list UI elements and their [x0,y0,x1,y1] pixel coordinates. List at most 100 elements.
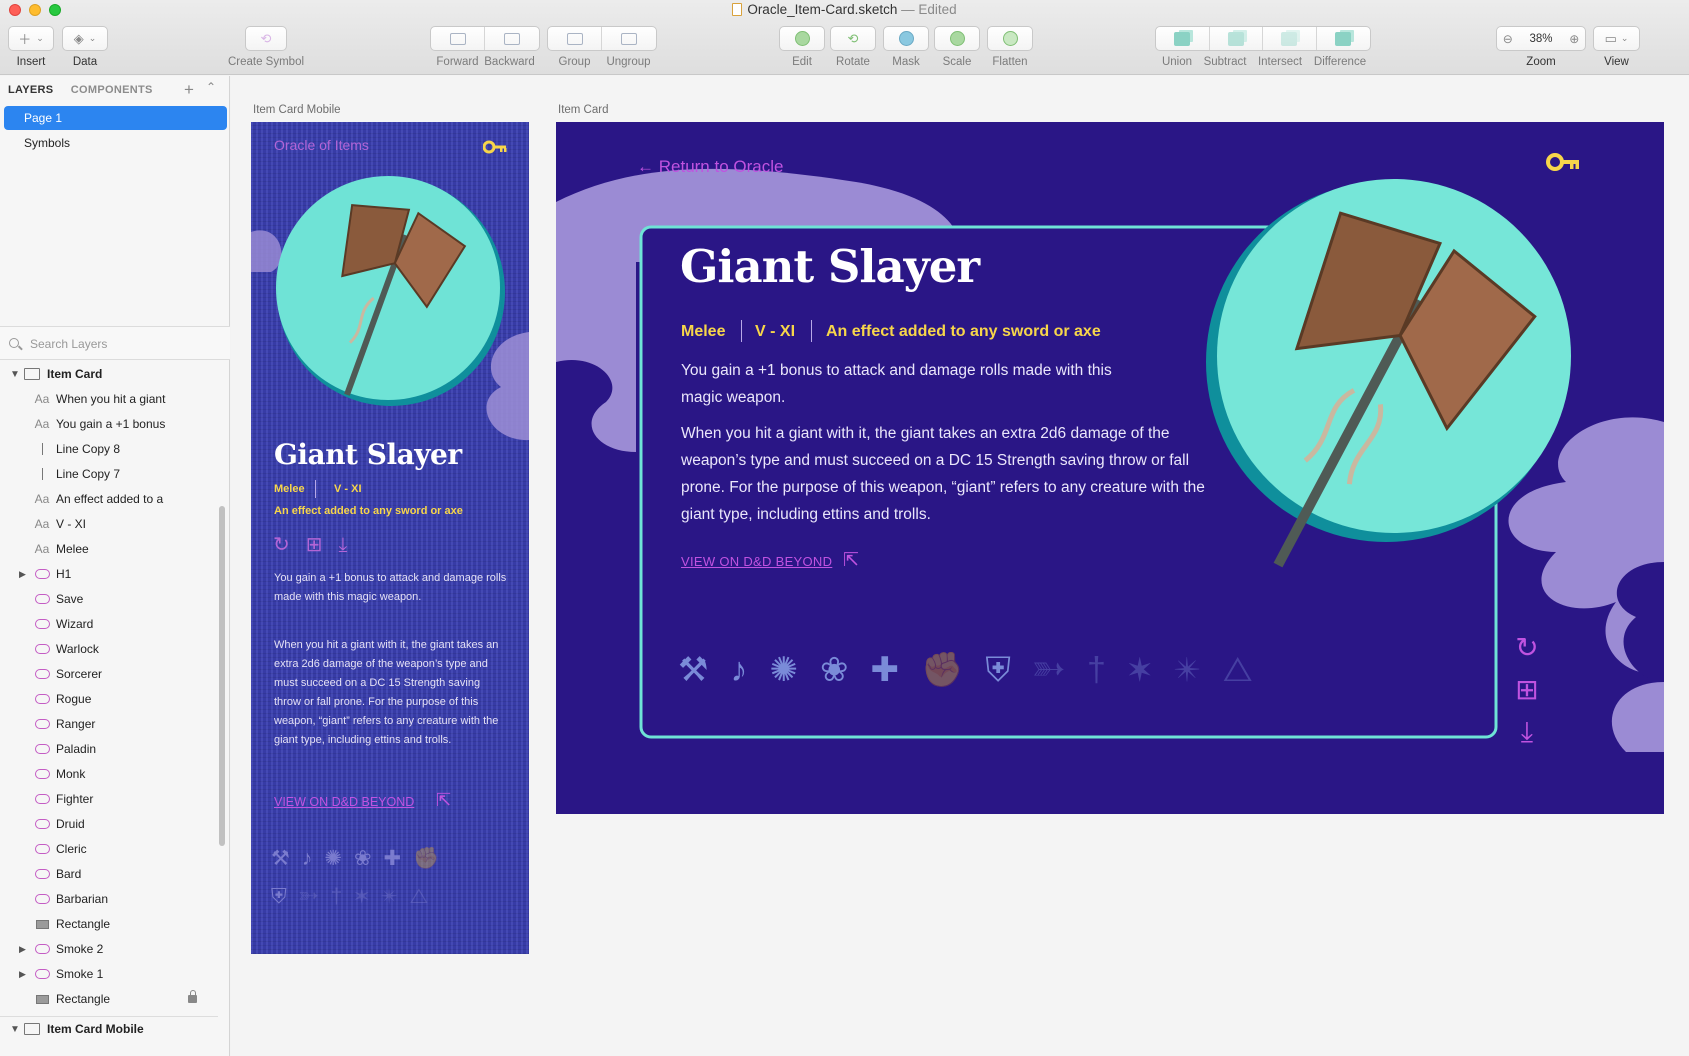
rotate-button[interactable]: ⟲ [830,26,876,51]
fighter-icon[interactable]: ✚ [384,847,414,870]
layer-symbol[interactable]: Bard [0,862,218,887]
layer-symbol[interactable]: Warlock [0,637,218,662]
layer-symbol[interactable]: ▶ Smoke 1 [0,962,218,987]
tab-layers[interactable]: LAYERS [8,84,53,96]
return-link[interactable]: ← Return to Oracle [637,157,783,177]
search-layers-input[interactable]: Search Layers [0,326,230,360]
wizard-icon[interactable]: △ [1222,651,1274,689]
data-button[interactable]: ◈ ⌄ [62,26,108,51]
layer-symbol[interactable]: Save [0,587,218,612]
sorcerer-icon[interactable]: ✶ [1128,651,1174,689]
druid-icon[interactable]: ❀ [354,847,384,870]
app-title[interactable]: Oracle of Items [274,137,369,153]
layer-rectangle[interactable]: Rectangle [0,987,218,1012]
layer-text[interactable]: Aa You gain a +1 bonus [0,412,218,437]
zoom-in-button[interactable]: ⊕ [1564,27,1586,50]
group-button[interactable] [548,27,603,50]
druid-icon[interactable]: ❀ [820,651,871,689]
layer-symbol[interactable]: Druid [0,812,218,837]
sorcerer-icon[interactable]: ✶ [354,885,381,908]
scale-button[interactable] [934,26,980,51]
key-icon[interactable] [1546,152,1580,172]
union-button[interactable] [1156,27,1210,50]
layer-symbol[interactable]: Ranger [0,712,218,737]
layer-symbol[interactable]: Barbarian [0,887,218,912]
layer-symbol[interactable]: Cleric [0,837,218,862]
zoom-out-button[interactable]: ⊖ [1497,27,1519,50]
layer-text[interactable]: Aa V - XI [0,512,218,537]
cleric-icon[interactable]: ✺ [324,847,354,870]
backward-button[interactable] [485,27,539,50]
edit-button[interactable] [779,26,825,51]
cleric-icon[interactable]: ✺ [769,651,820,689]
ungroup-button[interactable] [602,27,656,50]
layer-item-card-mobile[interactable]: ▼ Item Card Mobile [0,1016,218,1041]
layer-symbol[interactable]: ▶ Smoke 2 [0,937,218,962]
artboard-label-desktop[interactable]: Item Card [558,104,609,116]
mask-button[interactable] [883,26,929,51]
barbarian-icon[interactable]: ⚒ [271,847,302,870]
flatten-button[interactable] [987,26,1033,51]
artboard-item-card[interactable]: ← Return to Oracle Giant Slayer Melee V … [556,122,1664,814]
fighter-icon[interactable]: ✚ [870,651,921,689]
insert-button[interactable]: ＋ ⌄ [8,26,54,51]
download-icon[interactable]: ⤓ [1512,711,1542,753]
monk-icon[interactable]: ✊ [921,651,985,689]
layer-line[interactable]: Line Copy 8 [0,437,218,462]
rogue-icon[interactable]: † [1087,651,1128,689]
subtract-button[interactable] [1210,27,1263,50]
add-page-icon[interactable]: + [184,80,194,100]
layer-name: Warlock [56,642,99,656]
layer-text[interactable]: Aa Melee [0,537,218,562]
paladin-icon[interactable]: ⛨ [985,651,1033,689]
layer-symbol[interactable]: Wizard [0,612,218,637]
lock-icon[interactable] [188,990,197,1003]
artboard-label-mobile[interactable]: Item Card Mobile [253,104,341,116]
bard-icon[interactable]: ♪ [302,847,325,870]
layer-symbol[interactable]: ▶ H1 [0,562,218,587]
bard-icon[interactable]: ♪ [730,651,769,689]
download-icon[interactable]: ⤓ [339,534,364,556]
layer-symbol[interactable]: Paladin [0,737,218,762]
layer-symbol[interactable]: Monk [0,762,218,787]
layer-text[interactable]: Aa An effect added to a [0,487,218,512]
add-icon[interactable]: ⊞ [1512,669,1542,711]
wizard-icon[interactable]: △ [410,885,441,908]
difference-button[interactable] [1317,27,1371,50]
barbarian-icon[interactable]: ⚒ [678,651,730,689]
add-icon[interactable]: ⊞ [306,534,339,556]
create-symbol-button[interactable]: ⟲ [245,26,287,51]
layer-symbol[interactable]: Sorcerer [0,662,218,687]
key-icon[interactable] [483,140,507,154]
layers-scrollbar[interactable] [219,506,225,846]
refresh-icon[interactable]: ↻ [1512,627,1542,669]
layer-rectangle[interactable]: Rectangle [0,912,218,937]
dnd-beyond-link[interactable]: VIEW ON D&D BEYOND [681,554,832,569]
chevron-up-icon[interactable]: ⌃ [206,80,216,94]
intersect-icon [1281,31,1298,46]
view-button[interactable]: ▭ ⌄ [1593,26,1640,51]
ranger-icon[interactable]: ➳ [299,885,331,908]
layer-symbol[interactable]: Rogue [0,687,218,712]
artboard-item-card-mobile[interactable]: Oracle of Items Giant Slayer Melee V - X… [251,122,529,954]
page-item-page-1[interactable]: Page 1 [4,106,227,130]
forward-button[interactable] [431,27,486,50]
rogue-icon[interactable]: † [331,885,355,908]
warlock-icon[interactable]: ✴ [1174,651,1223,689]
symbol-icon: ⟲ [260,30,272,46]
refresh-icon[interactable]: ↻ [273,534,306,556]
external-link-icon[interactable]: ⇱ [436,790,451,811]
layer-text[interactable]: Aa When you hit a giant [0,387,218,412]
tab-components[interactable]: COMPONENTS [71,84,153,96]
intersect-button[interactable] [1263,27,1317,50]
layer-symbol[interactable]: Fighter [0,787,218,812]
paladin-icon[interactable]: ⛨ [271,885,299,908]
external-link-icon[interactable]: ⇱ [843,549,859,572]
warlock-icon[interactable]: ✴ [381,885,410,908]
monk-icon[interactable]: ✊ [413,847,451,870]
page-item-symbols[interactable]: Symbols [4,131,227,155]
layer-item-card[interactable]: ▼ Item Card [0,362,218,387]
ranger-icon[interactable]: ➳ [1033,651,1087,689]
layer-line[interactable]: Line Copy 7 [0,462,218,487]
dnd-beyond-link[interactable]: VIEW ON D&D BEYOND [274,795,414,809]
